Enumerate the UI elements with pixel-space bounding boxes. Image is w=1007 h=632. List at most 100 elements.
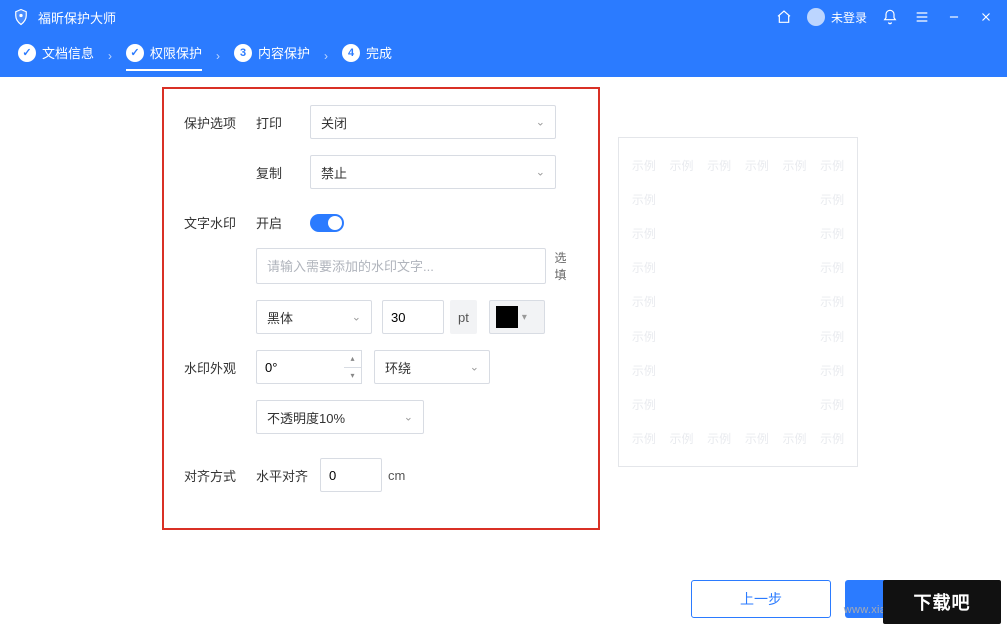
preview-watermark <box>700 388 738 422</box>
print-select[interactable]: 关闭 ⌄ <box>310 105 556 139</box>
step-label: 文档信息 <box>42 43 94 62</box>
chevron-right-icon: › <box>324 49 328 63</box>
font-select[interactable]: 黑体 ⌄ <box>256 300 372 334</box>
preview-watermark <box>776 216 814 250</box>
section-appearance-label: 水印外观 <box>184 358 256 377</box>
copy-select[interactable]: 禁止 ⌄ <box>310 155 556 189</box>
preview-watermark <box>738 388 776 422</box>
preview-watermark <box>663 182 701 216</box>
step-label: 内容保护 <box>258 43 310 62</box>
minimize-icon[interactable] <box>945 8 963 26</box>
preview-watermark <box>663 285 701 319</box>
titlebar-right: 未登录 <box>775 8 995 26</box>
preview-watermark <box>700 285 738 319</box>
bell-icon[interactable] <box>881 8 899 26</box>
titlebar: 福昕保护大师 未登录 <box>0 0 1007 34</box>
preview-watermark <box>663 353 701 387</box>
preview-watermark: 示例 <box>700 422 738 456</box>
home-icon[interactable] <box>775 8 793 26</box>
halign-input[interactable] <box>320 458 382 492</box>
menu-icon[interactable] <box>913 8 931 26</box>
step-num-icon: 3 <box>234 44 252 62</box>
preview-watermark <box>700 182 738 216</box>
step-check-icon: ✓ <box>126 44 144 62</box>
preview-watermark <box>700 216 738 250</box>
color-picker[interactable]: ▾ <box>489 300 545 334</box>
shield-icon <box>12 8 30 26</box>
step-content[interactable]: 3 内容保护 <box>234 43 310 68</box>
row-opacity: 不透明度10% ⌄ <box>184 400 578 434</box>
watermark-preview: 示例示例示例示例示例示例示例示例示例示例示例示例示例示例示例示例示例示例示例示例… <box>618 137 858 467</box>
preview-watermark <box>700 353 738 387</box>
opacity-select[interactable]: 不透明度10% ⌄ <box>256 400 424 434</box>
preview-watermark <box>700 251 738 285</box>
section-align-label: 对齐方式 <box>184 466 256 485</box>
color-swatch <box>496 306 518 328</box>
preview-watermark: 示例 <box>625 319 663 353</box>
rotation-stepper[interactable]: ▴ ▾ <box>344 350 362 384</box>
preview-watermark: 示例 <box>700 148 738 182</box>
preview-watermark: 示例 <box>813 388 851 422</box>
preview-watermark: 示例 <box>813 353 851 387</box>
font-unit: pt <box>450 300 477 334</box>
prev-button[interactable]: 上一步 <box>691 580 831 618</box>
chevron-right-icon: › <box>216 49 220 63</box>
opacity-value: 不透明度10% <box>267 408 345 427</box>
textwm-toggle[interactable] <box>310 214 344 232</box>
preview-watermark <box>738 182 776 216</box>
step-check-icon: ✓ <box>18 44 36 62</box>
print-value: 关闭 <box>321 113 347 132</box>
preview-watermark: 示例 <box>813 422 851 456</box>
step-label: 权限保护 <box>150 43 202 62</box>
chevron-down-icon: ⌄ <box>536 116 545 129</box>
row-align: 对齐方式 水平对齐 cm <box>184 458 578 492</box>
preview-watermark: 示例 <box>625 422 663 456</box>
step-permission[interactable]: ✓ 权限保护 <box>126 43 202 68</box>
row-textwm: 文字水印 开启 <box>184 213 578 232</box>
preview-watermark <box>776 388 814 422</box>
login-status[interactable]: 未登录 <box>807 8 867 26</box>
preview-watermark <box>663 216 701 250</box>
preview-watermark <box>663 251 701 285</box>
chevron-down-icon: ⌄ <box>352 311 361 324</box>
preview-watermark: 示例 <box>813 319 851 353</box>
step-doc-info[interactable]: ✓ 文档信息 <box>18 43 94 68</box>
section-textwm-label: 文字水印 <box>184 213 256 232</box>
preview-watermark <box>738 319 776 353</box>
copy-value: 禁止 <box>321 163 347 182</box>
preview-watermark: 示例 <box>813 216 851 250</box>
wrap-select[interactable]: 环绕 ⌄ <box>374 350 490 384</box>
preview-watermark: 示例 <box>813 285 851 319</box>
step-num-icon: 4 <box>342 44 360 62</box>
preview-watermark <box>738 216 776 250</box>
step-finish[interactable]: 4 完成 <box>342 43 392 68</box>
preview-watermark: 示例 <box>625 285 663 319</box>
preview-watermark: 示例 <box>738 148 776 182</box>
row-wm-text: 选填 <box>184 248 578 284</box>
watermark-text-input[interactable] <box>256 248 546 284</box>
copy-label: 复制 <box>256 163 310 182</box>
chevron-down-icon[interactable]: ▾ <box>344 368 361 384</box>
avatar <box>807 8 825 26</box>
optional-label: 选填 <box>554 249 578 283</box>
preview-watermark <box>700 319 738 353</box>
preview-watermark: 示例 <box>813 182 851 216</box>
preview-watermark: 示例 <box>625 148 663 182</box>
preview-watermark <box>663 319 701 353</box>
preview-watermark: 示例 <box>663 422 701 456</box>
preview-watermark <box>738 285 776 319</box>
titlebar-left: 福昕保护大师 <box>12 8 116 27</box>
close-icon[interactable] <box>977 8 995 26</box>
font-size-input[interactable] <box>382 300 444 334</box>
preview-watermark: 示例 <box>625 251 663 285</box>
preview-watermark <box>776 251 814 285</box>
preview-watermark: 示例 <box>663 148 701 182</box>
site-badge: 下载吧 <box>883 580 1001 624</box>
wrap-value: 环绕 <box>385 358 411 377</box>
row-appearance: 水印外观 ▴ ▾ 环绕 ⌄ <box>184 350 578 384</box>
preview-watermark <box>776 319 814 353</box>
rotation-input[interactable] <box>256 350 344 384</box>
chevron-up-icon[interactable]: ▴ <box>344 351 361 368</box>
content-area: 保护选项 打印 关闭 ⌄ 复制 禁止 ⌄ 文字水印 开启 选填 <box>0 77 1007 547</box>
preview-watermark <box>776 182 814 216</box>
